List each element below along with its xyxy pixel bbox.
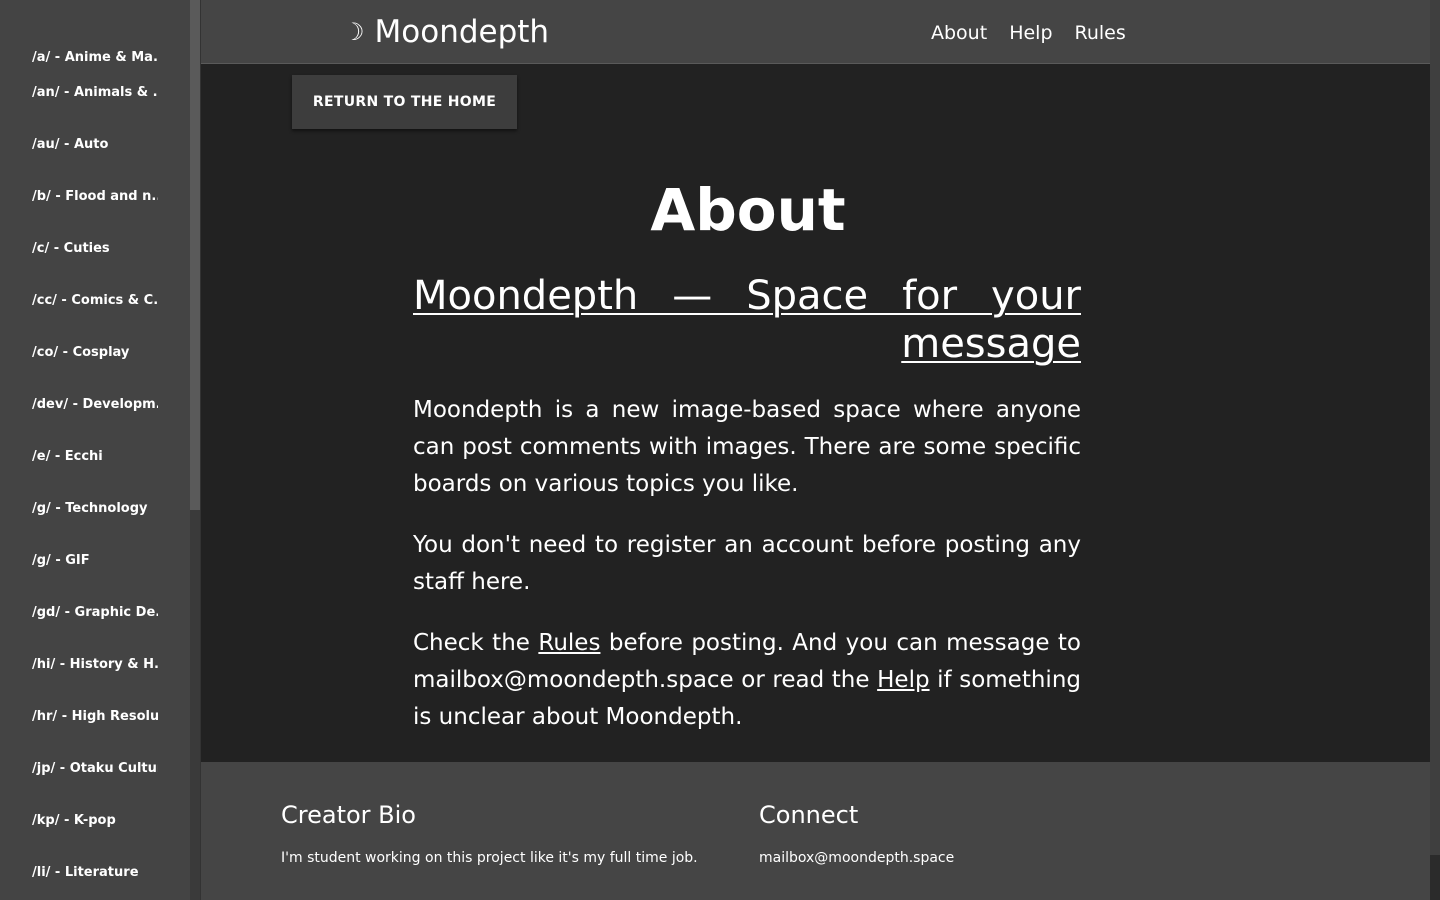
sidebar-item-cc[interactable]: /cc/ - Comics & C... [0, 275, 158, 327]
sidebar-item-a[interactable]: /a/ - Anime & Ma... [0, 15, 158, 67]
sidebar-item-c[interactable]: /c/ - Cuties [0, 223, 158, 275]
sidebar-item-li[interactable]: /li/ - Literature [0, 847, 158, 899]
connect-section: Connect mailbox@moondepth.space [759, 800, 954, 868]
rules-link[interactable]: Rules [538, 630, 600, 656]
about-content: About Moondepth — Space for your message… [413, 170, 1081, 736]
main-scrollbar-thumb[interactable] [1430, 0, 1440, 855]
sidebar-item-gd[interactable]: /gd/ - Graphic De... [0, 587, 158, 639]
connect-title: Connect [759, 801, 859, 829]
creator-bio-text: I'm student working on this project like… [281, 850, 698, 866]
sidebar-scrollbar[interactable] [190, 0, 200, 900]
moon-icon: ☽ [343, 18, 365, 46]
sidebar-scrollbar-thumb[interactable] [190, 0, 200, 510]
top-nav: About Help Rules [931, 22, 1126, 44]
connect-email[interactable]: mailbox@moondepth.space [759, 848, 954, 868]
nav-about[interactable]: About [931, 22, 987, 44]
nav-rules[interactable]: Rules [1075, 22, 1126, 44]
brand-link[interactable]: ☽ Moondepth [343, 14, 549, 50]
sidebar-item-au[interactable]: /au/ - Auto [0, 119, 158, 171]
about-paragraph-1: Moondepth is a new image-based space whe… [413, 397, 1081, 497]
sidebar-item-hr[interactable]: /hr/ - High Resolu... [0, 691, 158, 743]
boards-sidebar: /a/ - Anime & Ma... /an/ - Animals & ...… [0, 0, 190, 900]
sidebar-item-hi[interactable]: /hi/ - History & H... [0, 639, 158, 691]
para3-text-1: Check the [413, 630, 539, 656]
creator-bio-title: Creator Bio [281, 801, 416, 829]
return-home-button[interactable]: RETURN TO THE HOME [292, 75, 517, 129]
top-header: ☽ Moondepth About Help Rules [201, 0, 1430, 64]
help-link[interactable]: Help [877, 667, 929, 693]
about-paragraph-3: Check the Rules before posting. And you … [413, 625, 1081, 736]
sidebar-item-dev[interactable]: /dev/ - Developm... [0, 379, 158, 431]
sidebar-item-g-gif[interactable]: /g/ - GIF [0, 535, 158, 587]
creator-bio-section: Creator Bio I'm student working on this … [281, 800, 698, 868]
page-title: About [650, 176, 846, 244]
page-footer: Creator Bio I'm student working on this … [201, 762, 1430, 900]
subtitle-link[interactable]: Moondepth — Space for your message [413, 272, 1081, 368]
sidebar-item-co[interactable]: /co/ - Cosplay [0, 327, 158, 379]
sidebar-item-b[interactable]: /b/ - Flood and n... [0, 171, 158, 223]
sidebar-item-e[interactable]: /e/ - Ecchi [0, 431, 158, 483]
boards-list: /a/ - Anime & Ma... /an/ - Animals & ...… [0, 0, 190, 899]
about-paragraph-2: You don't need to register an account be… [413, 532, 1081, 595]
brand-name: Moondepth [374, 14, 550, 50]
sidebar-item-an[interactable]: /an/ - Animals & ... [0, 67, 158, 119]
sidebar-item-kp[interactable]: /kp/ - K-pop [0, 795, 158, 847]
sidebar-item-g-technology[interactable]: /g/ - Technology [0, 483, 158, 535]
nav-help[interactable]: Help [1009, 22, 1052, 44]
sidebar-item-jp[interactable]: /jp/ - Otaku Culture [0, 743, 158, 795]
main-scrollbar[interactable] [1430, 0, 1440, 900]
